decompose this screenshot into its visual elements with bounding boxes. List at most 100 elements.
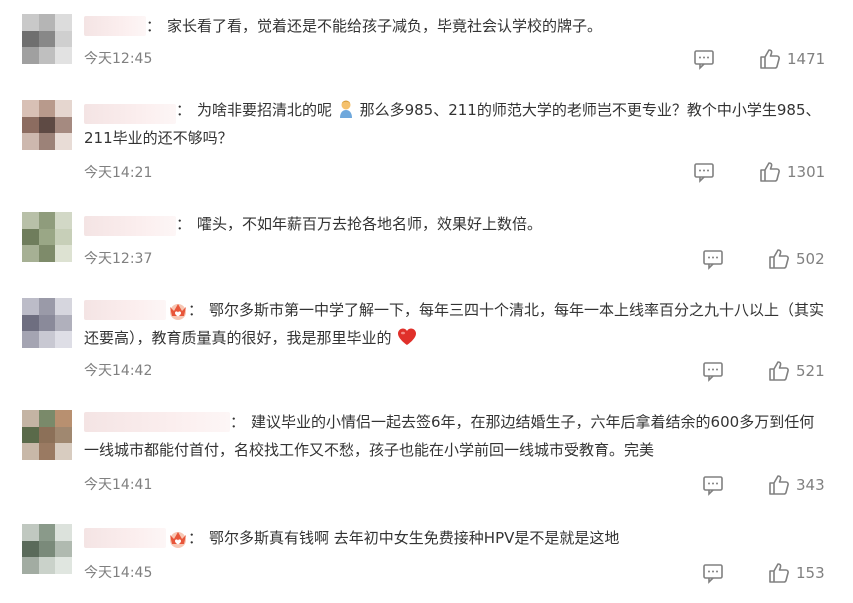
avatar-pixel [55, 426, 72, 444]
avatar-pixel [22, 331, 39, 348]
avatar[interactable] [22, 298, 72, 348]
comment-text: 鄂尔多斯真有钱啊 去年初中女生免费接种HPV是不是就是这地 [209, 529, 620, 547]
like-thumb-icon[interactable] [759, 48, 781, 70]
avatar-pixel [55, 298, 72, 315]
avatar-pixel [38, 14, 56, 31]
avatar-pixel [22, 133, 39, 150]
comment-reply-icon[interactable] [702, 360, 724, 382]
avatar[interactable] [22, 410, 72, 460]
colon: ： [176, 101, 192, 119]
username-blurred[interactable] [84, 528, 166, 548]
comment-text: 建议毕业的小情侣一起去签6年，在那边结婚生子，六年后拿着结余的600多万到任何一… [84, 413, 815, 459]
avatar-pixel [22, 426, 39, 444]
person-emoji-icon [339, 100, 352, 118]
avatar-pixel [55, 443, 72, 460]
avatar-pixel [55, 524, 72, 541]
avatar-pixel [55, 540, 72, 558]
avatar[interactable] [22, 524, 72, 574]
avatar-pixel [55, 14, 72, 31]
timestamp: 今天12:37 [84, 251, 153, 267]
comment-reply-icon[interactable] [693, 161, 715, 183]
comment-text: 嚯头，不如年薪百万去抢各地名师，效果好上数倍。 [197, 215, 543, 233]
avatar-pixel [55, 410, 72, 427]
avatar-pixel [55, 116, 72, 134]
like-thumb-icon[interactable] [768, 248, 790, 270]
heart-emoji-icon [398, 328, 417, 345]
colon: ： [188, 301, 204, 319]
avatar-pixel [38, 557, 56, 574]
avatar-pixel [38, 524, 56, 541]
avatar-pixel [55, 212, 72, 229]
like-count: 1301 [787, 163, 826, 181]
like-thumb-icon[interactable] [768, 562, 790, 584]
like-count: 343 [796, 476, 825, 494]
like-thumb-icon[interactable] [768, 360, 790, 382]
comments-page: { "comments": [ { "text": "家长看了看，觉着还是不能给… [0, 0, 853, 603]
timestamp: 今天14:41 [84, 477, 153, 493]
avatar-pixel [38, 47, 56, 64]
username-blurred[interactable] [84, 216, 176, 236]
avatar-pixel [22, 557, 39, 574]
comment-reply-icon[interactable] [702, 248, 724, 270]
avatar-pixel [22, 100, 39, 117]
avatar-pixel [22, 47, 39, 64]
avatar[interactable] [22, 14, 72, 64]
avatar-pixel [38, 540, 56, 558]
avatar-pixel [22, 14, 39, 31]
comment-reply-icon[interactable] [702, 474, 724, 496]
timestamp: 今天14:42 [84, 363, 153, 379]
avatar-pixel [22, 116, 39, 134]
timestamp: 今天12:45 [84, 51, 153, 67]
avatar-pixel [22, 314, 39, 332]
comment-reply-icon[interactable] [693, 48, 715, 70]
avatar-pixel [22, 524, 39, 541]
fan-badge-icon[interactable] [167, 528, 189, 550]
avatar-pixel [55, 100, 72, 117]
timestamp: 今天14:21 [84, 165, 153, 181]
avatar-pixel [38, 298, 56, 315]
avatar-pixel [22, 30, 39, 48]
avatar-pixel [38, 314, 56, 332]
avatar-pixel [38, 228, 56, 246]
colon: ： [230, 413, 246, 431]
comment-text: 家长看了看，觉着还是不能给孩子减负，毕竟社会认学校的牌子。 [167, 17, 603, 35]
avatar-pixel [38, 30, 56, 48]
avatar-pixel [38, 100, 56, 117]
colon: ： [188, 529, 204, 547]
colon: ： [146, 17, 162, 35]
avatar-pixel [22, 443, 39, 460]
like-thumb-icon[interactable] [768, 474, 790, 496]
avatar-pixel [55, 557, 72, 574]
avatar-pixel [38, 426, 56, 444]
colon: ： [176, 215, 192, 233]
avatar-pixel [38, 410, 56, 427]
avatar-pixel [38, 443, 56, 460]
like-count: 1471 [787, 50, 826, 68]
avatar-pixel [55, 314, 72, 332]
avatar-pixel [38, 133, 56, 150]
avatar-pixel [38, 331, 56, 348]
avatar-pixel [22, 245, 39, 262]
like-count: 521 [796, 362, 825, 380]
avatar-pixel [55, 30, 72, 48]
comment-reply-icon[interactable] [702, 562, 724, 584]
username-blurred[interactable] [84, 16, 146, 36]
avatar[interactable] [22, 212, 72, 262]
avatar-pixel [22, 228, 39, 246]
like-thumb-icon[interactable] [759, 161, 781, 183]
avatar-pixel [22, 298, 39, 315]
avatar-pixel [38, 116, 56, 134]
avatar-pixel [22, 410, 39, 427]
comment-text-part1: 为啥非要招清北的呢 [197, 101, 333, 119]
avatar-pixel [38, 212, 56, 229]
avatar-pixel [55, 47, 72, 64]
comment-text-part2: 那么多985、211的师范大学的老师岂不更专业？教个中小学生985、211毕业的… [84, 101, 821, 147]
avatar-pixel [55, 245, 72, 262]
like-count: 502 [796, 250, 825, 268]
avatar-pixel [22, 212, 39, 229]
timestamp: 今天14:45 [84, 565, 153, 581]
like-count: 153 [796, 564, 825, 582]
avatar-pixel [22, 540, 39, 558]
avatar[interactable] [22, 100, 72, 150]
avatar-pixel [55, 331, 72, 348]
